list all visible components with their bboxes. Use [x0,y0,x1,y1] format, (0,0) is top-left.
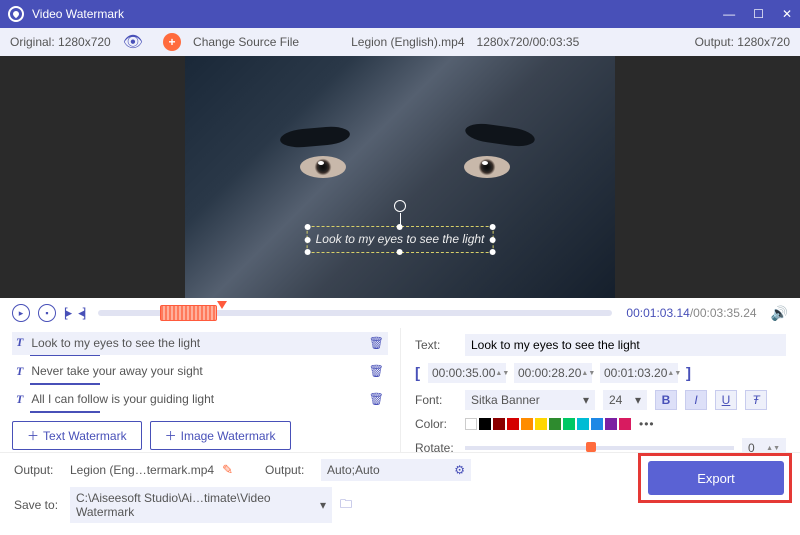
color-label: Color: [415,417,457,431]
timecode: 00:01:03.14/00:03:35.24 [626,306,756,320]
font-size-select[interactable]: 24▾ [603,390,647,410]
watermark-item-text: All I can follow is your guiding light [31,392,368,406]
color-swatch[interactable] [521,418,533,430]
text-label: Text: [415,338,457,352]
text-type-icon: T [16,392,23,407]
watermark-item-text: Never take your away your sight [31,364,368,378]
output-resolution: Output: 1280x720 [695,35,790,49]
bracket-in-icon[interactable]: [ [415,365,420,382]
add-text-watermark-button[interactable]: ＋ Text Watermark [12,421,142,450]
bold-button[interactable]: B [655,390,677,410]
output-filename: Legion (Eng…termark.mp4 [70,463,214,477]
export-button[interactable]: Export [648,461,784,495]
mark-in-button[interactable]: [▸ [64,305,70,321]
color-swatch[interactable] [605,418,617,430]
watermark-item[interactable]: T Never take your away your sight🗑 [12,360,388,383]
color-swatch[interactable] [577,418,589,430]
font-label: Font: [415,393,457,407]
playhead-icon[interactable] [217,301,227,309]
close-button[interactable]: ✕ [782,7,792,21]
watermark-overlay-text: Look to my eyes to see the light [316,232,485,246]
text-type-icon: T [16,364,23,379]
title-bar: Video Watermark — ☐ ✕ [0,0,800,28]
original-resolution: Original: 1280x720 [10,35,111,49]
watermark-item-text: Look to my eyes to see the light [31,336,368,350]
output-format-select[interactable]: Auto;Auto⚙ [321,459,471,481]
color-swatch[interactable] [465,418,477,430]
rotate-label: Rotate: [415,441,457,452]
timeline[interactable] [98,310,612,316]
font-select[interactable]: Sitka Banner▾ [465,390,595,410]
end-time-input[interactable]: 00:01:03.20▲▼ [600,363,678,383]
color-swatch[interactable] [479,418,491,430]
properties-panel: Text: [ 00:00:35.00▲▼ 00:00:28.20▲▼ 00:0… [400,328,800,452]
app-logo-icon [8,6,24,22]
rotate-slider[interactable] [465,446,734,450]
rotate-handle-icon[interactable] [394,200,406,212]
delete-icon[interactable]: 🗑 [369,336,384,350]
browse-folder-icon[interactable]: 🗀 [340,495,352,516]
underline-button[interactable]: U [715,390,737,410]
timeline-clip[interactable] [160,305,217,321]
watermark-item[interactable]: T Look to my eyes to see the light🗑 [12,332,388,355]
save-to-label: Save to: [14,498,62,512]
more-colors-icon[interactable]: ••• [639,417,655,431]
maximize-button[interactable]: ☐ [753,7,764,21]
color-swatch[interactable] [591,418,603,430]
output-file-label: Output: [14,463,62,477]
edit-output-icon[interactable]: ✎ [222,462,233,478]
bracket-out-icon[interactable]: ] [686,365,691,382]
bottom-bar: Output: Legion (Eng…termark.mp4 ✎ Output… [0,452,800,535]
preview-toggle-icon[interactable]: 👁 [123,32,143,52]
color-swatch[interactable] [619,418,631,430]
color-swatches [465,418,631,430]
duration-input[interactable]: 00:00:28.20▲▼ [514,363,592,383]
text-input[interactable] [465,334,786,356]
volume-icon[interactable]: 🔊 [771,305,788,322]
delete-icon[interactable]: 🗑 [369,392,384,406]
watermark-item[interactable]: T All I can follow is your guiding light🗑 [12,389,388,412]
italic-button[interactable]: I [685,390,707,410]
strikethrough-button[interactable]: Ŧ [745,390,767,410]
color-swatch[interactable] [563,418,575,430]
color-swatch[interactable] [507,418,519,430]
save-path-select[interactable]: C:\Aiseesoft Studio\Ai…timate\Video Wate… [70,487,332,523]
stop-button[interactable]: ▪ [38,304,56,322]
playback-controls: ▸ ▪ [▸ ◂] 00:01:03.14/00:03:35.24 🔊 [0,298,800,328]
change-source-button[interactable]: Change Source File [193,35,299,49]
watermark-list: TLook to my eyes to see the light🗑 TNeve… [0,328,400,452]
source-info: 1280x720/00:03:35 [477,35,580,49]
color-swatch[interactable] [493,418,505,430]
mark-out-button[interactable]: ◂] [78,305,84,321]
watermark-overlay[interactable]: Look to my eyes to see the light [307,226,494,253]
add-image-watermark-button[interactable]: ＋ Image Watermark [150,421,291,450]
color-swatch[interactable] [549,418,561,430]
add-source-icon[interactable]: + [163,33,181,51]
source-filename: Legion (English).mp4 [351,35,464,49]
video-preview[interactable]: Look to my eyes to see the light [0,56,800,298]
info-bar: Original: 1280x720 👁 + Change Source Fil… [0,28,800,56]
color-swatch[interactable] [535,418,547,430]
text-type-icon: T [16,335,23,350]
rotate-value[interactable]: 0▲▼ [742,438,786,452]
play-button[interactable]: ▸ [12,304,30,322]
app-title: Video Watermark [32,7,124,21]
output-format-label: Output: [265,463,313,477]
delete-icon[interactable]: 🗑 [369,364,384,378]
settings-icon: ⚙ [454,463,465,477]
minimize-button[interactable]: — [723,7,735,21]
start-time-input[interactable]: 00:00:35.00▲▼ [428,363,506,383]
